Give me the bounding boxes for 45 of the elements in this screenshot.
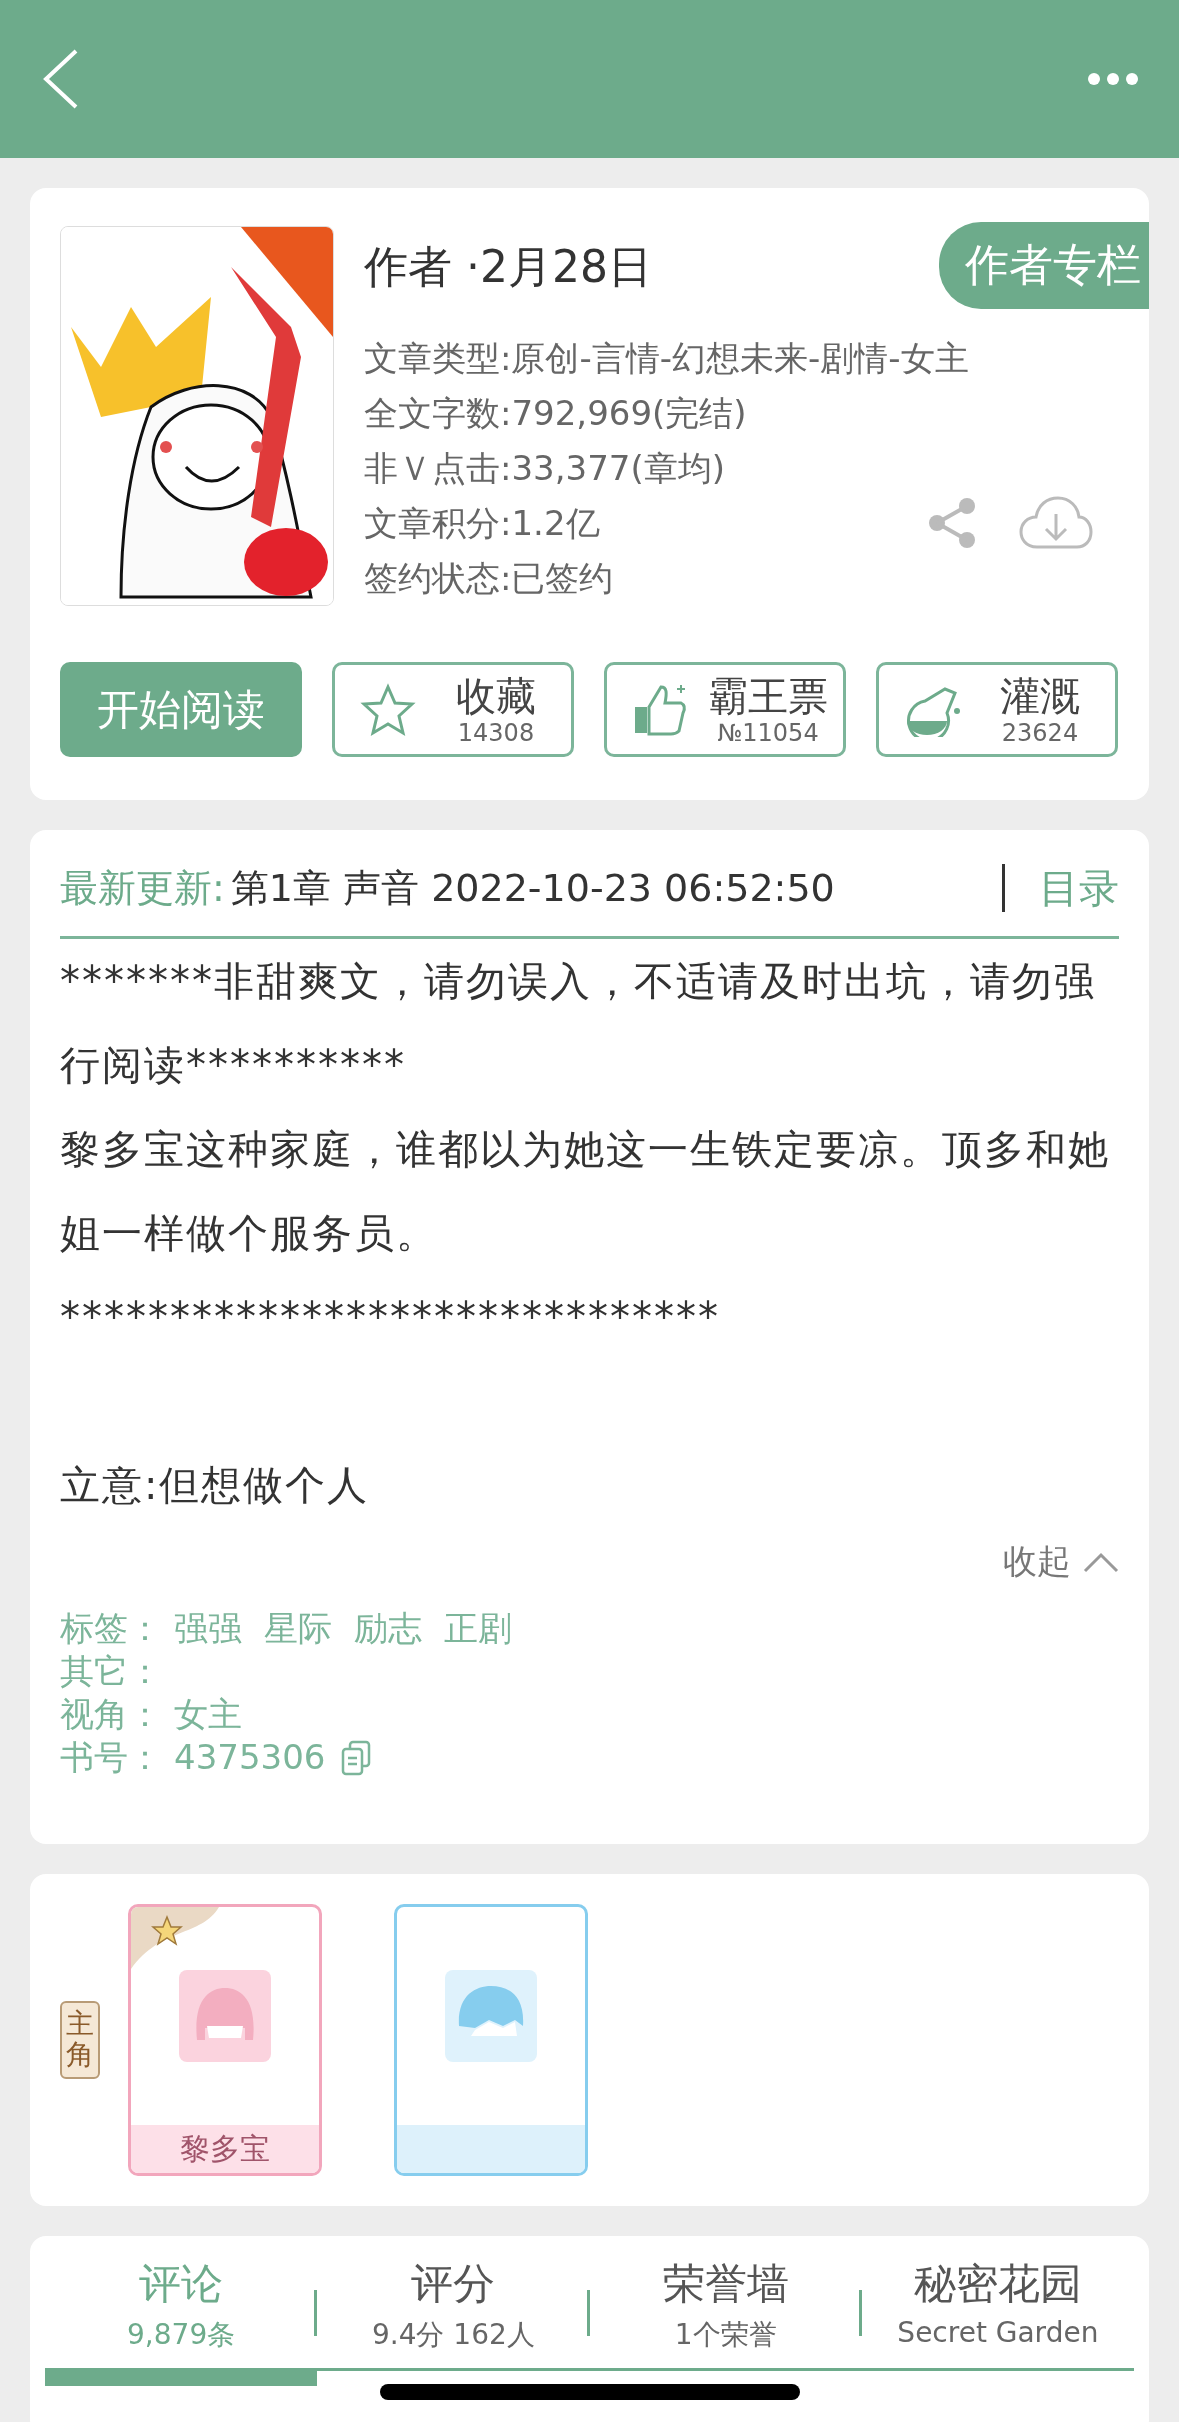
vote-button[interactable]: 霸王票 №11054 [604, 662, 846, 757]
chevron-up-icon[interactable] [1083, 1551, 1119, 1573]
copy-icon[interactable] [341, 1739, 372, 1776]
share-icon[interactable] [927, 497, 977, 549]
avatar-icon [179, 1970, 271, 2062]
info-line: 文章积分:1.2亿 [364, 502, 600, 545]
character-card[interactable]: 黎多宝 [128, 1904, 322, 2176]
meta-value[interactable]: 励志 [354, 1607, 422, 1650]
meta-value[interactable]: 正剧 [444, 1607, 512, 1650]
meta-value[interactable]: 强强 [174, 1607, 242, 1650]
catalog-link[interactable]: 目录 [1039, 860, 1119, 916]
update-label: 最新更新: [60, 864, 225, 912]
meta-label: 标签： [60, 1607, 162, 1650]
author-line[interactable]: 作者 ·2月28日 [364, 238, 652, 297]
info-line: 文章类型:原创-言情-幻想未来-剧情-女主 [364, 337, 969, 380]
character-card[interactable] [394, 1904, 588, 2176]
more-icon[interactable] [1087, 72, 1139, 86]
tab[interactable]: 秘密花园 Secret Garden [861, 2246, 1134, 2368]
intro-paragraph: 立意:但想做个人 [60, 1461, 371, 1510]
author-column-button[interactable]: 作者专栏 [939, 222, 1149, 309]
info-line: 签约状态:已签约 [364, 557, 614, 600]
role-tag: 主角 [60, 2001, 100, 2079]
meta-label: 书号： [60, 1736, 162, 1779]
tab[interactable]: 评论 9,879条 [45, 2246, 318, 2368]
star-icon [359, 682, 417, 737]
tab[interactable]: 荣誉墙 1个荣誉 [589, 2246, 862, 2368]
download-icon[interactable] [1019, 496, 1093, 550]
info-line: 非Ｖ点击:33,377(章均) [364, 447, 725, 490]
character-name: 黎多宝 [180, 2129, 270, 2168]
meta-value[interactable]: 4375306 [174, 1736, 326, 1779]
meta-value[interactable]: 星际 [264, 1607, 332, 1650]
intro-paragraph: 黎多宝这种家庭，谁都以为她这一生铁定要凉。顶多和她姐一样做个服务员。 [60, 1125, 1111, 1258]
latest-chapter-link[interactable]: 第1章 声音 2022-10-23 06:52:50 [230, 862, 1002, 914]
tab[interactable]: 评分 9.4分 162人 [317, 2246, 590, 2368]
meta-value[interactable]: 女主 [174, 1693, 242, 1736]
avatar-icon [445, 1970, 537, 2062]
intro-paragraph: ****************************** [60, 1293, 721, 1342]
meta-label: 视角： [60, 1693, 162, 1736]
start-reading-button[interactable]: 开始阅读 [60, 662, 302, 757]
intro-paragraph: *******非甜爽文，请勿误入，不适请及时出坑，请勿强行阅读********** [60, 957, 1097, 1090]
info-line: 全文字数:792,969(完结) [364, 392, 747, 435]
water-button[interactable]: 灌溉 23624 [876, 662, 1118, 757]
meta-label: 其它： [60, 1650, 162, 1693]
favorite-button[interactable]: 收藏 14308 [332, 662, 574, 757]
collapse-link[interactable]: 收起 [1003, 1539, 1071, 1585]
